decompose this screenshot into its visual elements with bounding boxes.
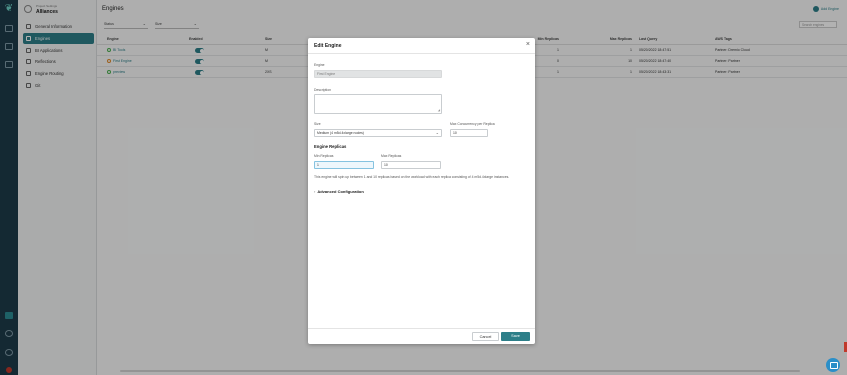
description-field[interactable]: ◢ — [314, 94, 442, 114]
min-replicas-label: Min Replicas — [314, 154, 334, 158]
cancel-button[interactable]: Cancel — [472, 332, 499, 341]
chevron-right-icon: › — [314, 189, 316, 194]
concurrency-label: Max Concurrency per Replica — [450, 122, 495, 126]
engine-name-field: First Engine — [314, 70, 442, 78]
min-replicas-field[interactable]: 1 — [314, 161, 374, 169]
engine-label: Engine — [314, 63, 325, 67]
size-label: Size — [314, 122, 321, 126]
dialog-header: Edit Engine × — [308, 38, 535, 54]
max-replicas-field[interactable]: 10 — [381, 161, 441, 169]
max-replicas-label: Max Replicas — [381, 154, 402, 158]
resize-handle-icon[interactable]: ◢ — [438, 108, 440, 112]
chat-support-icon[interactable] — [826, 358, 840, 372]
engine-replicas-heading: Engine Replicas — [314, 144, 347, 149]
concurrency-field[interactable]: 10 — [450, 129, 488, 137]
advanced-configuration-toggle[interactable]: › Advanced Configuration — [314, 189, 364, 194]
dialog-footer: Cancel Save — [308, 328, 535, 344]
description-label: Description — [314, 88, 331, 92]
horizontal-scrollbar[interactable] — [120, 370, 800, 372]
close-icon[interactable]: × — [526, 41, 530, 49]
save-button[interactable]: Save — [501, 332, 530, 341]
dialog-title: Edit Engine — [314, 43, 342, 49]
size-select[interactable]: Medium (4 m5d.4xlarge nodes) — [314, 129, 442, 137]
advanced-configuration-label: Advanced Configuration — [317, 189, 364, 194]
replicas-info-text: This engine will spin up between 1 and 1… — [314, 175, 510, 179]
edit-engine-dialog: Edit Engine × Engine First Engine Descri… — [308, 38, 535, 344]
